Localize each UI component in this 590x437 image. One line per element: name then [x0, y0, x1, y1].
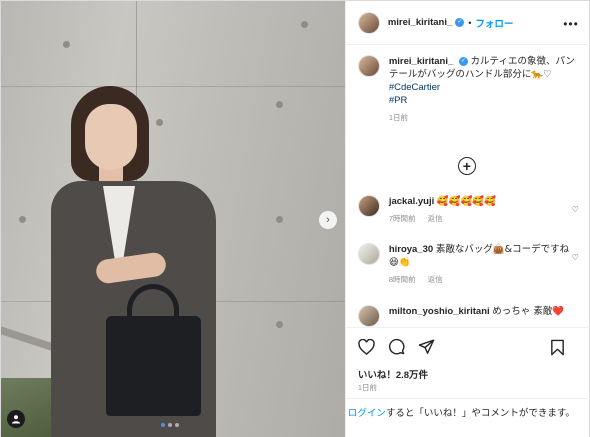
share-icon	[419, 339, 435, 354]
caption: mirei_kiritani_ ✓ カルティエの象徴、パンテールがバッグのハンド…	[357, 55, 579, 124]
caption-emoji: 🐆♡	[531, 69, 552, 80]
save-button[interactable]	[549, 338, 567, 356]
hashtag-link[interactable]: #PR	[389, 94, 579, 107]
bookmark-icon	[551, 339, 565, 355]
comment-time[interactable]: 7時間前	[389, 214, 416, 223]
face	[85, 104, 137, 170]
wall-hole	[276, 216, 283, 223]
comment-meta: 8時間前 返信	[389, 273, 579, 286]
comment-text: 🥰🥰🥰🥰🥰	[436, 196, 497, 207]
wall-hole	[276, 321, 283, 328]
comment-like-icon[interactable]: ♡	[572, 205, 579, 214]
wall-hole	[301, 21, 308, 28]
wall-hole	[63, 41, 70, 48]
comment-button[interactable]	[388, 338, 406, 356]
carousel-dots	[161, 423, 179, 427]
comment-username[interactable]: hiroya_30	[389, 244, 433, 255]
login-prompt: ログインすると「いいね！」やコメントができます。	[345, 398, 590, 437]
login-prompt-text: すると「いいね！」やコメントができます。	[385, 408, 575, 419]
verified-badge-icon: ✓	[455, 18, 465, 27]
comment-icon	[389, 338, 405, 355]
carousel-dot	[175, 423, 179, 427]
carousel-next-button[interactable]: ›	[319, 211, 337, 229]
post-photo[interactable]: ›	[1, 1, 345, 437]
comment-item: hiroya_30 素敵なバッグ👜&コーデですね😆👏 8時間前 返信	[357, 243, 579, 286]
caption-body: mirei_kiritani_ ✓ カルティエの象徴、パンテールがバッグのハンド…	[389, 55, 579, 124]
more-options-button[interactable]: •••	[563, 17, 579, 31]
avatar[interactable]	[357, 305, 380, 327]
avatar[interactable]	[357, 195, 380, 217]
reply-button[interactable]: 返信	[428, 275, 443, 284]
heart-icon	[358, 338, 376, 355]
comment-meta: 7時間前 返信	[389, 212, 579, 225]
header-username[interactable]: mirei_kiritani_	[388, 17, 452, 28]
post-date[interactable]: 1日前	[358, 382, 377, 393]
share-button[interactable]	[418, 338, 436, 356]
avatar[interactable]	[357, 11, 380, 34]
avatar[interactable]	[357, 55, 380, 77]
user-tag-icon	[12, 415, 20, 424]
comment-time[interactable]: 8時間前	[389, 275, 416, 284]
comment-text: めっちゃ 素敵❤️	[492, 306, 565, 317]
login-link[interactable]: ログイン	[348, 408, 386, 419]
caption-meta: 1日前	[389, 111, 579, 124]
chevron-right-icon: ›	[326, 213, 330, 226]
like-button[interactable]	[358, 338, 376, 356]
post-header: mirei_kiritani_ ✓ • フォロー •••	[345, 1, 590, 45]
comment-like-icon[interactable]: ♡	[572, 253, 579, 262]
comment-body: jackal.yuji 🥰🥰🥰🥰🥰 7時間前 返信	[389, 195, 579, 225]
comment-body: hiroya_30 素敵なバッグ👜&コーデですね😆👏 8時間前 返信	[389, 243, 579, 286]
comment-body: milton_yoshio_kiritani めっちゃ 素敵❤️	[389, 305, 579, 327]
avatar[interactable]	[357, 243, 380, 265]
comment-item: jackal.yuji 🥰🥰🥰🥰🥰 7時間前 返信	[357, 195, 579, 225]
wall-hole	[276, 101, 283, 108]
comment-item: milton_yoshio_kiritani めっちゃ 素敵❤️	[357, 305, 579, 327]
handbag	[106, 316, 201, 416]
separator: •	[468, 17, 472, 28]
comment-username[interactable]: milton_yoshio_kiritani	[389, 306, 490, 317]
reply-button[interactable]: 返信	[428, 214, 443, 223]
carousel-dot	[161, 423, 165, 427]
model-figure	[41, 86, 231, 437]
plus-circle-icon: +	[462, 158, 471, 174]
carousel-dot	[168, 423, 172, 427]
user-tag-button[interactable]	[7, 410, 25, 428]
wall-hole	[19, 216, 26, 223]
comments-section: mirei_kiritani_ ✓ カルティエの象徴、パンテールがバッグのハンド…	[346, 45, 590, 327]
load-more-comments-button[interactable]: +	[457, 157, 476, 175]
follow-button[interactable]: フォロー	[475, 16, 513, 30]
caption-username[interactable]: mirei_kiritani_	[389, 56, 453, 67]
hashtag-link[interactable]: #CdeCartier	[389, 81, 579, 94]
likes-count[interactable]: いいね！2.8万件	[358, 367, 428, 381]
comment-username[interactable]: jackal.yuji	[389, 196, 434, 207]
action-bar	[345, 327, 590, 365]
verified-badge-icon: ✓	[458, 56, 468, 66]
instagram-post: › mirei_kiritani_ ✓ • フォロー ••• mirei_kir…	[0, 0, 590, 437]
caption-time[interactable]: 1日前	[389, 113, 408, 122]
post-side-panel: mirei_kiritani_ ✓ • フォロー ••• mirei_kirit…	[344, 1, 590, 437]
